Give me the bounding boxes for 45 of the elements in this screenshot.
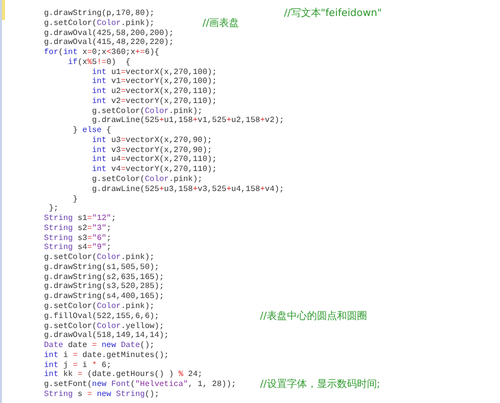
- code-line: String s = new String();: [44, 390, 160, 400]
- code-line: int i = date.getMinutes();: [44, 350, 169, 361]
- code-line: String s4="9";: [44, 243, 112, 253]
- code-line: Date date = new Date();: [44, 341, 154, 351]
- code-comment: //写文本"feifeidown": [284, 9, 382, 19]
- code-line: g.setColor(Color.pink);: [44, 302, 154, 312]
- code-line: int j = i * 6;: [44, 360, 112, 370]
- code-line: g.setFont(new Font("Helvetica", 1, 28));: [44, 380, 238, 390]
- code-line: int kk = (date.getHours() ) % 24;: [44, 370, 202, 380]
- code-line: g.fillOval(522,155,6,6);: [44, 312, 160, 322]
- code-line: int v4=vectorY(x,270,110);: [91, 165, 217, 175]
- code-line: String s3="6";: [44, 234, 112, 243]
- code-line: int u1=vectorX(x,270,100);: [91, 68, 217, 77]
- code-line: g.drawOval(518,149,14,14);: [44, 331, 169, 341]
- code-line: if(x%5!=0) {: [67, 58, 130, 68]
- code-line: int u4=vectorX(x,270,110);: [91, 155, 217, 165]
- code-line: int v3=vectorY(x,270,90);: [91, 146, 212, 155]
- code-line: } else {: [72, 126, 112, 136]
- code-comment: //设置字体，显示数码时间;: [260, 380, 380, 390]
- code-line: g.drawString(p,170,80);: [44, 9, 156, 19]
- code-line: g.drawOval(415,48,220,220);: [44, 38, 174, 48]
- code-line: g.setColor(Color.pink);: [44, 253, 154, 263]
- code-line: g.drawLine(525+u1,158+v1,525+u2,158+v2);: [91, 116, 284, 126]
- code-line: };: [48, 204, 58, 214]
- code-line: g.drawString(s1,505,50);: [44, 262, 160, 273]
- code-line: g.setColor(Color.yellow);: [44, 322, 164, 331]
- code-line: g.drawString(s4,400,165);: [44, 292, 164, 302]
- code-line: g.drawString(s3,520,285);: [44, 282, 164, 292]
- code-line: g.drawString(s2,635,165);: [44, 272, 164, 282]
- code-line: g.drawOval(425,58,200,200);: [44, 28, 174, 38]
- code-line: int u2=vectorX(x,270,110);: [91, 87, 217, 97]
- code-line: String s2="3";: [44, 224, 112, 234]
- code-line: }: [72, 194, 78, 204]
- code-line: g.setColor(Color.pink);: [44, 18, 156, 29]
- code-comment: //表盘中心的圆点和圆圈: [260, 312, 367, 322]
- code-line: g.drawLine(525+u3,158+v3,525+u4,158+v4);: [91, 184, 284, 195]
- code-line: for(int x=0;x<360;x+=6){: [44, 48, 160, 58]
- code-line: int u3=vectorX(x,270,90);: [91, 136, 212, 146]
- code-line: int v1=vectorY(x,270,100);: [91, 77, 217, 87]
- code-comment: //画表盘: [202, 18, 240, 29]
- change-marker: [2, 0, 5, 20]
- code-line: g.setColor(Color.pink);: [91, 106, 202, 116]
- code-line: int v2=vectorY(x,270,110);: [91, 96, 217, 107]
- code-line: String s1="12";: [44, 214, 116, 224]
- code-line: g.setColor(Color.pink);: [91, 175, 202, 185]
